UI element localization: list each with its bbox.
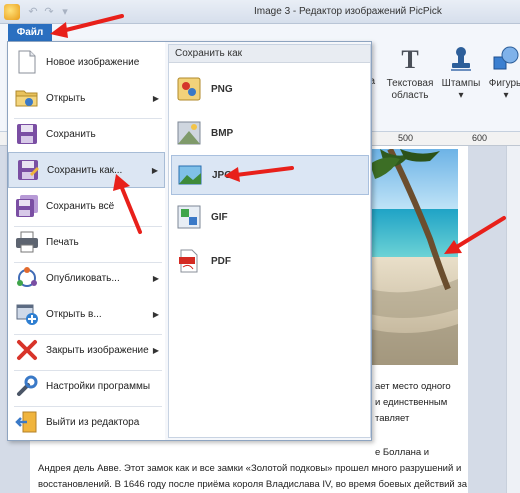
- document-text-line: и единственным: [375, 397, 448, 408]
- text-area-label-1: Текстовая: [386, 78, 434, 89]
- menu-item-label: Выйти из редактора: [46, 416, 140, 428]
- submenu-arrow-icon: ▶: [152, 309, 159, 319]
- menu-item-label: Открыть в...: [46, 308, 102, 320]
- format-label: PDF: [211, 255, 231, 267]
- document-text-line: восстановлений. В 1646 году после приёма…: [38, 479, 468, 490]
- jpg-file-icon: [178, 163, 202, 187]
- exit-icon: [14, 409, 40, 435]
- menu-item-publish[interactable]: Опубликовать... ▶: [8, 260, 165, 296]
- save-icon: [14, 121, 40, 147]
- save-as-pdf[interactable]: PDF: [171, 241, 369, 281]
- stamps-dropdown-icon: ▾: [458, 90, 464, 101]
- vertical-scrollbar[interactable]: [506, 146, 520, 493]
- file-tab[interactable]: Файл: [8, 24, 52, 41]
- format-label: GIF: [211, 211, 228, 223]
- file-menu: Новое изображение Открыть ▶ Сохранить Со…: [7, 41, 372, 441]
- close-icon: [14, 337, 40, 363]
- menu-item-label: Закрыть изображение: [46, 344, 149, 356]
- ruler-mark-600: 600: [472, 133, 488, 143]
- menu-item-save-as[interactable]: Сохранить как... ▶: [8, 152, 165, 188]
- file-menu-commands: Новое изображение Открыть ▶ Сохранить Со…: [8, 42, 165, 440]
- save-as-jpg[interactable]: JPG: [171, 155, 369, 195]
- ruler-mark-500: 500: [398, 133, 414, 143]
- menu-item-label: Открыть: [46, 92, 86, 104]
- pdf-file-icon: [177, 249, 201, 273]
- stamp-icon: [446, 44, 476, 74]
- submenu-header: Сохранить как: [169, 45, 370, 63]
- menu-item-close-image[interactable]: Закрыть изображение ▶: [8, 332, 165, 368]
- save-as-submenu: Сохранить как PNG BMP JPG GIF PDF: [168, 44, 371, 438]
- save-as-gif[interactable]: GIF: [171, 197, 369, 237]
- save-as-png[interactable]: PNG: [171, 69, 369, 109]
- beach-photo: [370, 149, 458, 365]
- menu-item-new-image[interactable]: Новое изображение: [8, 44, 165, 80]
- quick-access-dropdown-icon[interactable]: ▾: [58, 5, 72, 19]
- bmp-file-icon: [177, 121, 201, 145]
- settings-icon: [14, 373, 40, 399]
- save-as-bmp[interactable]: BMP: [171, 113, 369, 153]
- menu-item-settings[interactable]: Настройки программы: [8, 368, 165, 404]
- open-in-icon: [14, 301, 40, 327]
- text-area-label-2: область: [391, 90, 429, 101]
- save-all-icon: [14, 193, 40, 219]
- menu-item-print[interactable]: Печать: [8, 224, 165, 260]
- stamps-button[interactable]: Штампы ▾: [436, 44, 486, 102]
- menu-item-label: Печать: [46, 236, 79, 248]
- new-image-icon: [14, 49, 40, 75]
- menu-item-save[interactable]: Сохранить: [8, 116, 165, 152]
- submenu-arrow-icon: ▶: [152, 93, 159, 103]
- undo-icon[interactable]: ↶: [26, 5, 40, 19]
- menu-item-label: Сохранить как...: [47, 164, 123, 176]
- document-text-line: тавляет: [375, 413, 410, 424]
- text-area-button[interactable]: T Текстовая область: [385, 44, 435, 102]
- document-text-line: Андрея дель Авве. Этот замок как и все з…: [38, 463, 462, 474]
- menu-item-label: Сохранить всё: [46, 200, 115, 212]
- menu-item-label: Сохранить: [46, 128, 96, 140]
- menu-item-save-all[interactable]: Сохранить всё: [8, 188, 165, 224]
- menu-item-open[interactable]: Открыть ▶: [8, 80, 165, 116]
- redo-icon[interactable]: ↷: [42, 5, 56, 19]
- figures-button[interactable]: Фигуры ▾: [486, 44, 520, 102]
- menu-item-label: Опубликовать...: [46, 272, 120, 284]
- app-icon[interactable]: [4, 4, 20, 20]
- format-label: PNG: [211, 83, 233, 95]
- open-folder-icon: [14, 85, 40, 111]
- menu-item-label: Новое изображение: [46, 56, 140, 68]
- title-bar: ↶ ↷ ▾ Image 3 - Редактор изображений Pic…: [0, 0, 520, 24]
- share-icon: [14, 265, 40, 291]
- document-text-line: ает место одного: [375, 381, 451, 392]
- text-area-icon: T: [395, 44, 425, 74]
- figures-icon: [491, 44, 520, 74]
- submenu-arrow-icon: ▶: [152, 273, 159, 283]
- menu-item-label: Настройки программы: [46, 380, 151, 392]
- window-title: Image 3 - Редактор изображений PicPick: [254, 6, 442, 17]
- format-label: BMP: [211, 127, 234, 139]
- svg-text:T: T: [401, 46, 418, 72]
- document-text-line: е Боллана и: [375, 447, 430, 458]
- print-icon: [14, 229, 40, 255]
- format-label: JPG: [212, 169, 233, 181]
- gif-file-icon: [177, 205, 201, 229]
- submenu-arrow-icon: ▶: [151, 165, 158, 175]
- menu-item-open-in[interactable]: Открыть в... ▶: [8, 296, 165, 332]
- figures-dropdown-icon: ▾: [503, 90, 509, 101]
- menu-item-exit[interactable]: Выйти из редактора: [8, 404, 165, 440]
- png-file-icon: [177, 77, 201, 101]
- stamps-label: Штампы: [441, 78, 481, 89]
- submenu-arrow-icon: ▶: [152, 345, 159, 355]
- figures-label: Фигуры: [488, 78, 520, 89]
- save-as-icon: [15, 157, 41, 183]
